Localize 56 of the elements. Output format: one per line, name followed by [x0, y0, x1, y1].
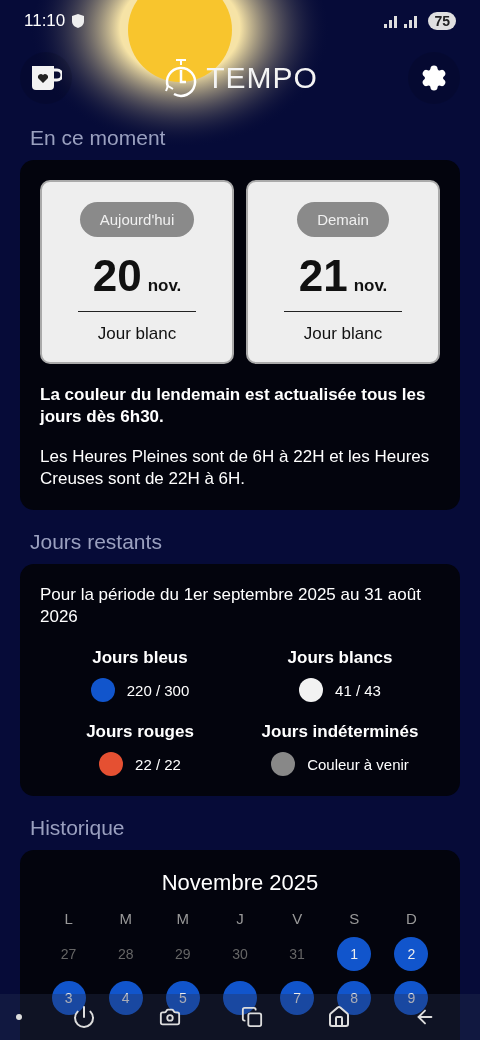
calendar-day[interactable]: 9 [394, 981, 429, 1015]
stat-value: 41 / 43 [335, 681, 381, 699]
day-badge: Aujourd'hui [79, 202, 195, 237]
section-heading: Historique [29, 815, 126, 841]
calendar-day[interactable]: 29 [165, 937, 200, 971]
settings-button[interactable] [408, 52, 460, 104]
calendar-day[interactable]: 5 [165, 981, 200, 1015]
stat-value: 220 / 300 [126, 681, 190, 699]
weekday-label: V [292, 910, 303, 927]
coffee-button[interactable] [20, 52, 72, 104]
weekday-label: M [176, 910, 190, 927]
calendar-day[interactable]: 8 [337, 981, 372, 1015]
battery-level: 75 [428, 12, 456, 30]
calendar-day[interactable]: 27 [51, 937, 86, 971]
weekday-label: M [119, 910, 132, 927]
calendar-day[interactable]: 1 [337, 937, 372, 971]
calendar-month: Novembre 2025 [160, 870, 320, 896]
update-note: La couleur du lendemain est actualisée tous les jours dès 6h30. [40, 384, 427, 428]
stat-title: Jours blancs [287, 648, 393, 668]
day-number: 21 [298, 251, 348, 301]
stat-title: Jours indéterminés [261, 722, 419, 742]
stat-value: Couleur à venir [307, 755, 409, 773]
calendar-day[interactable] [223, 981, 257, 1015]
calendar-day[interactable]: 4 [108, 981, 143, 1015]
weekday-label: D [406, 910, 417, 927]
month-abbrev: nov. [147, 276, 182, 296]
month-abbrev: nov. [353, 276, 388, 296]
status-time: 11:10 [24, 11, 66, 31]
stat-value: 22 / 22 [135, 755, 181, 773]
nav-dot [16, 1014, 22, 1020]
home-button[interactable] [326, 1005, 351, 1029]
weekday-label: J [236, 910, 244, 927]
calendar-day[interactable]: 28 [108, 937, 143, 971]
mug-heart-icon [30, 63, 62, 93]
calendar-day[interactable]: 2 [394, 937, 429, 971]
period-text: Pour la période du 1er septembre 2025 au 31 août 2026 [40, 584, 422, 628]
weekday-label: L [64, 910, 73, 927]
day-color-label: Jour blanc [303, 324, 383, 344]
day-number: 20 [92, 251, 142, 301]
stat-title: Jours rouges [86, 722, 194, 742]
recents-button[interactable] [241, 1006, 263, 1028]
screenshot-button[interactable] [159, 1006, 182, 1028]
power-button[interactable] [71, 1005, 96, 1029]
day-color-label: Jour blanc [97, 324, 177, 344]
day-badge: Demain [297, 202, 389, 237]
calendar-day[interactable]: 30 [223, 937, 257, 971]
stat-title: Jours bleus [92, 648, 188, 668]
shield-icon [71, 13, 86, 29]
hours-note: Les Heures Pleines sont de 6H à 22H et les Heures Creuses sont de 22H à 6H. [40, 446, 431, 490]
calendar-day[interactable]: 3 [51, 981, 86, 1015]
settings-icon [420, 64, 448, 92]
calendar-day[interactable]: 7 [280, 981, 315, 1015]
section-heading: Jours restants [29, 529, 163, 555]
section-heading: En ce moment [29, 125, 167, 151]
weekday-label: S [349, 910, 360, 927]
calendar-day[interactable]: 31 [280, 937, 315, 971]
